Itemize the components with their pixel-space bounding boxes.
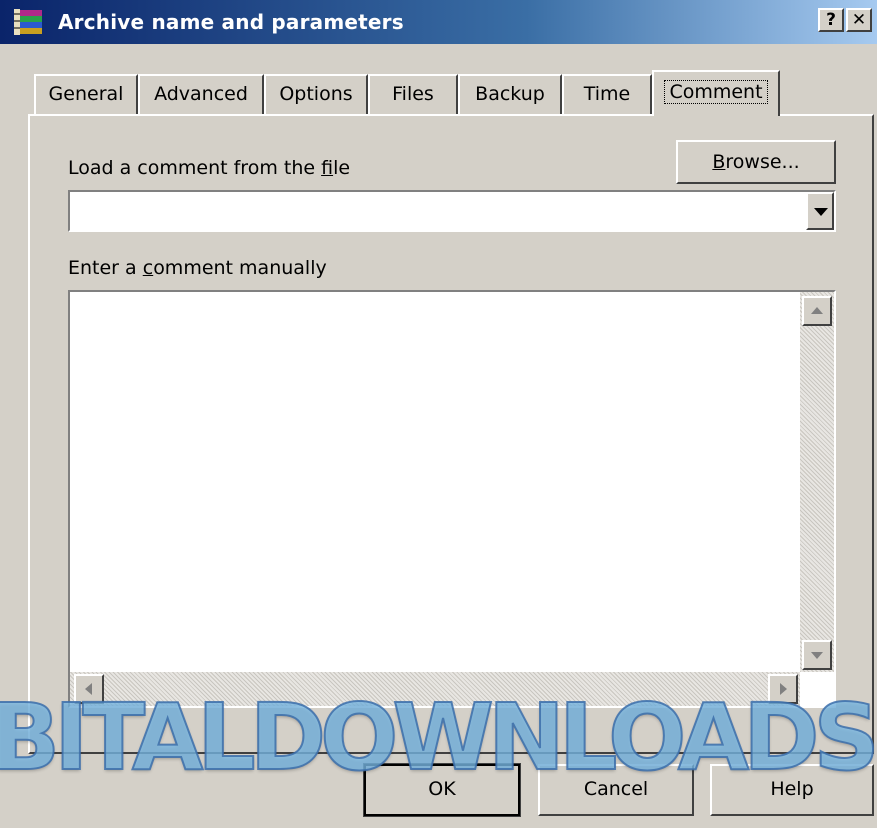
title-bar[interactable]: Archive name and parameters ? ✕ (0, 0, 877, 44)
vertical-scrollbar[interactable] (800, 292, 834, 672)
load-comment-label: Load a comment from the file (68, 157, 351, 179)
manual-comment-label: Enter a comment manually (68, 257, 327, 279)
combo-dropdown-button[interactable] (806, 192, 834, 230)
tab-comment-label: Comment (664, 80, 768, 104)
arrow-up-icon (811, 307, 823, 314)
scroll-up-button[interactable] (802, 296, 832, 326)
tab-backup[interactable]: Backup (458, 74, 562, 114)
winrar-books-icon (14, 9, 42, 35)
chevron-down-icon (814, 208, 828, 216)
window-title: Archive name and parameters (58, 10, 404, 34)
browse-button[interactable]: Browse... (676, 140, 836, 184)
comment-file-combo[interactable] (68, 190, 836, 232)
scroll-down-button[interactable] (802, 640, 832, 670)
close-button[interactable]: ✕ (846, 8, 872, 32)
tab-advanced[interactable]: Advanced (138, 74, 264, 114)
tab-options[interactable]: Options (264, 74, 368, 114)
tab-general[interactable]: General (34, 74, 138, 114)
tab-comment[interactable]: Comment (652, 70, 780, 116)
tab-time[interactable]: Time (562, 74, 652, 114)
close-icon: ✕ (851, 10, 867, 30)
arrow-down-icon (811, 652, 823, 659)
help-title-button[interactable]: ? (818, 8, 844, 32)
tab-files[interactable]: Files (368, 74, 458, 114)
comment-tab-panel: Load a comment from the file Browse... E… (28, 114, 874, 754)
comment-textarea[interactable] (68, 290, 836, 708)
watermark-logo: BITALDOWNLOADS (0, 684, 877, 791)
